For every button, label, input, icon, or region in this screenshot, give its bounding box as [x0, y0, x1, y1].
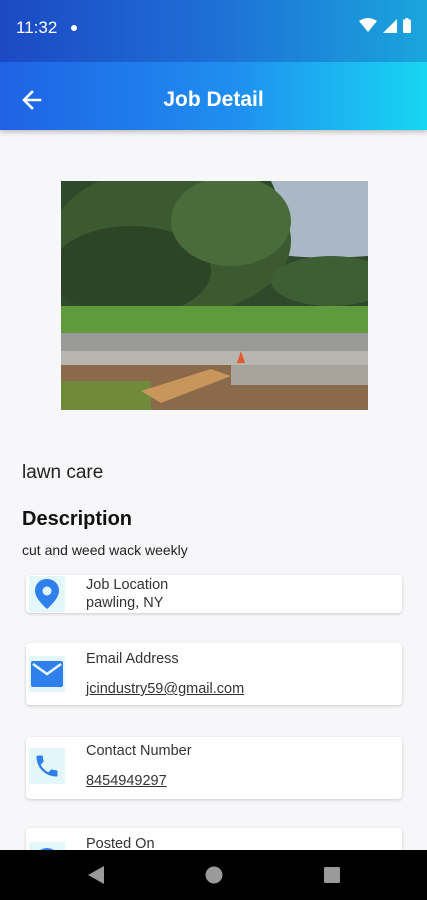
email-label: Email Address	[86, 651, 179, 667]
phone-card: Contact Number 8454949297	[26, 737, 402, 799]
status-time: 11:32	[16, 18, 58, 37]
status-bar: 11:32	[0, 0, 427, 62]
location-pin-icon	[29, 576, 65, 612]
location-value: pawling, NY	[86, 595, 164, 611]
circle-home-icon	[205, 866, 223, 884]
nav-back-button[interactable]	[86, 865, 106, 885]
location-label: Job Location	[86, 577, 169, 593]
phone-icon	[29, 748, 65, 784]
status-icons	[359, 18, 411, 33]
nav-home-button[interactable]	[204, 865, 224, 885]
job-detail-screen: 11:32 Job Detail lawn care Description c…	[0, 0, 427, 900]
phone-link[interactable]: 8454949297	[86, 773, 167, 789]
job-title: lawn care	[22, 462, 104, 483]
email-card: Email Address jcindustry59@gmail.com	[26, 643, 402, 705]
mail-icon	[29, 656, 65, 692]
header: 11:32 Job Detail	[0, 0, 427, 130]
app-bar: Job Detail	[0, 68, 427, 130]
system-nav-bar	[0, 850, 427, 900]
signal-icon	[383, 18, 397, 33]
page-title: Job Detail	[163, 88, 264, 111]
description-text: cut and weed wack weekly	[22, 542, 188, 558]
nav-recents-button[interactable]	[322, 865, 342, 885]
email-link[interactable]: jcindustry59@gmail.com	[86, 681, 244, 697]
location-card: Job Location pawling, NY	[26, 575, 402, 613]
wifi-icon	[359, 18, 377, 32]
notification-dot-icon	[71, 25, 77, 31]
description-heading: Description	[22, 508, 133, 530]
phone-label: Contact Number	[86, 743, 192, 759]
job-photo	[61, 181, 368, 410]
battery-icon	[403, 18, 411, 33]
triangle-back-icon	[88, 866, 104, 884]
square-recents-icon	[324, 867, 340, 883]
